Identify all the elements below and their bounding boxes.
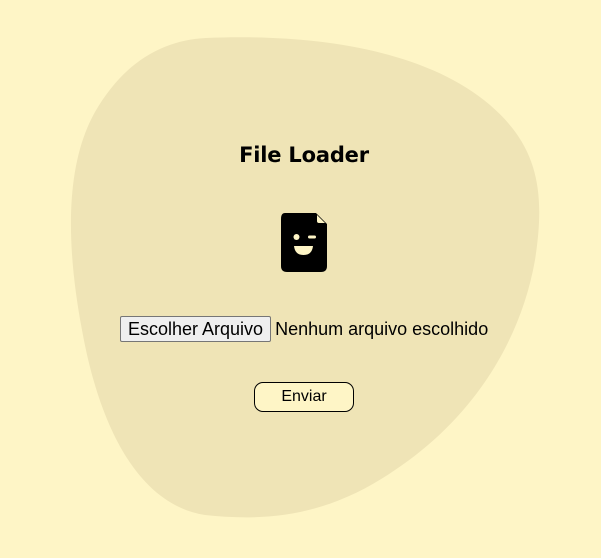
page: File Loader Escolher Arquivo Nenhum arqu… [0,0,601,558]
page-title: File Loader [239,143,369,167]
submit-button[interactable]: Enviar [254,382,354,412]
file-status-text: Nenhum arquivo escolhido [275,318,489,339]
background-blob [70,37,540,518]
choose-file-button[interactable]: Escolher Arquivo [120,316,272,342]
winking-file-icon [281,213,327,272]
file-input[interactable]: Escolher Arquivo Nenhum arquivo escolhid… [120,316,488,342]
